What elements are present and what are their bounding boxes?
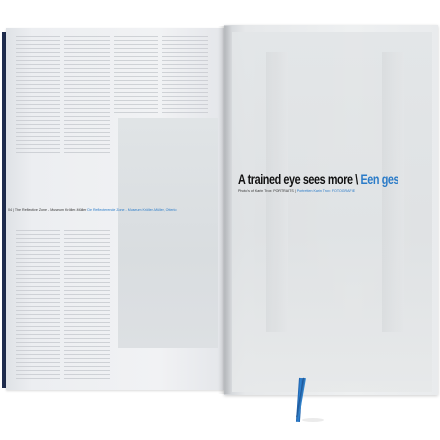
left-page-photo bbox=[118, 118, 218, 348]
left-text-column-2 bbox=[64, 36, 110, 156]
spread-headline: A trained eye sees more \ Een gesc bbox=[238, 172, 398, 187]
headline-separator: \ bbox=[355, 172, 358, 187]
left-page-caption: 04 | The Reflective Zone - Museum Krölle… bbox=[8, 208, 218, 213]
left-text-column-4 bbox=[162, 36, 208, 114]
ribbon-shadow bbox=[302, 418, 324, 422]
open-book-scene: 04 | The Reflective Zone - Museum Krölle… bbox=[0, 0, 440, 440]
right-caption-accent: Portretten Karin Trox: FOTOGRAFIE bbox=[296, 189, 356, 193]
right-page-caption: Photo's of Karin Trox: PORTRAITS | Portr… bbox=[238, 189, 438, 194]
left-text-column-3 bbox=[114, 36, 158, 114]
headline-dutch: Een gesc bbox=[360, 172, 399, 187]
left-text-column-1 bbox=[16, 36, 60, 156]
left-caption-accent: De Reflecterende Zone - Museum Kröller-M… bbox=[87, 208, 177, 212]
book-gutter bbox=[218, 26, 232, 394]
left-caption-prefix: 04 | The Reflective Zone - Museum Krölle… bbox=[8, 208, 88, 212]
left-text-column-5 bbox=[16, 230, 60, 380]
right-caption-prefix: Photo's of Karin Trox: PORTRAITS | bbox=[238, 189, 297, 193]
headline-english: A trained eye sees more bbox=[238, 172, 353, 187]
left-text-column-6 bbox=[64, 230, 110, 380]
right-page-photo bbox=[232, 32, 432, 392]
